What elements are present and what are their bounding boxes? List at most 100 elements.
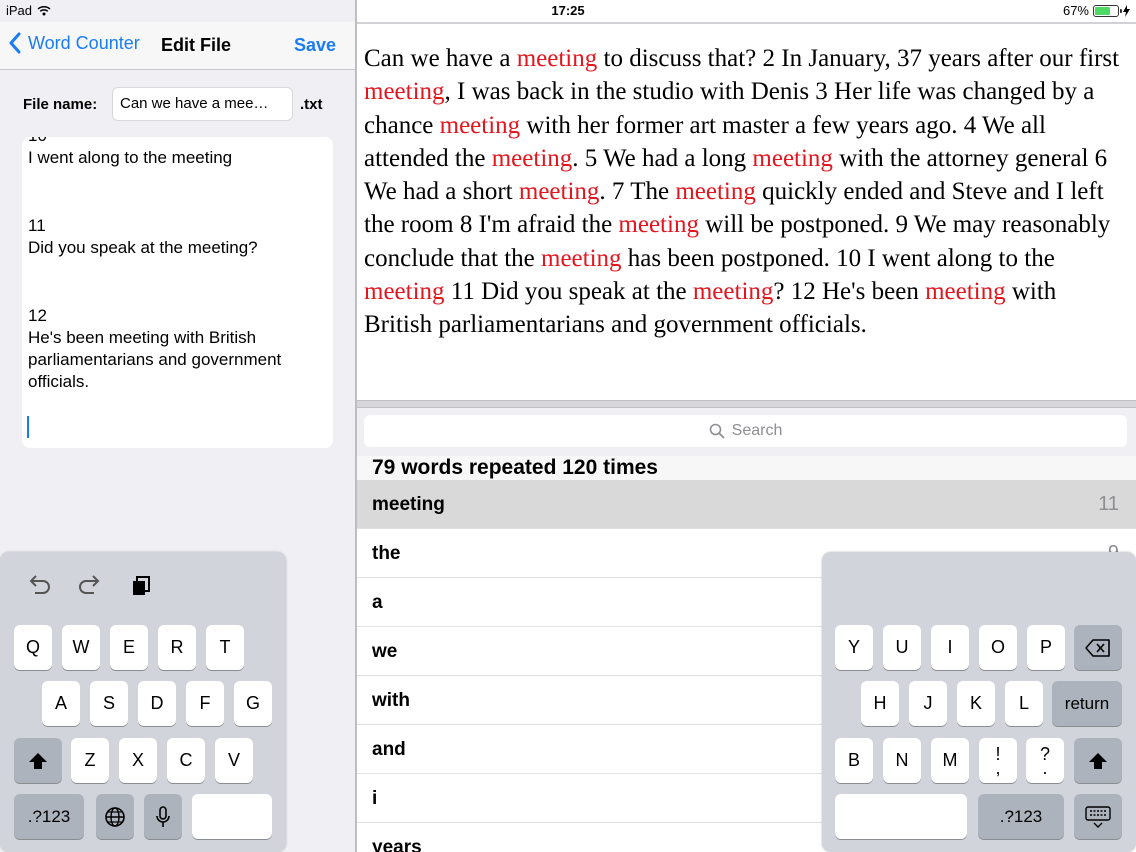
key-w[interactable]: W (62, 625, 100, 670)
exclamation-comma-key[interactable]: ! , (979, 738, 1017, 783)
battery-level (1095, 6, 1110, 15)
file-name-row: File name: Can we have a mee… .txt (0, 86, 355, 122)
keyboard-left-half: QWERT ASDFG ZXCV .?123 (0, 552, 286, 852)
file-extension: .txt (300, 96, 323, 113)
key-b[interactable]: B (835, 738, 873, 783)
undo-icon[interactable] (25, 572, 53, 600)
dictation-key[interactable] (144, 794, 182, 839)
key-i[interactable]: I (931, 625, 969, 670)
edit-file-pane: Word Counter Edit File Save File name: C… (0, 0, 355, 852)
numbers-key-right[interactable]: .?123 (978, 794, 1064, 839)
word-label: meeting (372, 494, 445, 515)
highlighted-word: meeting (518, 178, 600, 206)
back-button-label: Word Counter (28, 32, 140, 53)
key-m[interactable]: M (931, 738, 969, 783)
key-p[interactable]: P (1027, 625, 1065, 670)
shift-key-left[interactable] (14, 738, 62, 783)
backspace-icon (1085, 638, 1110, 657)
battery-icon (1093, 4, 1122, 17)
word-label: a (372, 592, 383, 613)
preview-text: Can we have a (364, 45, 517, 72)
word-label: with (372, 690, 410, 711)
top-separator (357, 22, 1136, 24)
preview-text: ? 12 He's been (773, 278, 926, 306)
key-o[interactable]: O (979, 625, 1017, 670)
text-preview: Can we have a meeting to discuss that? 2… (364, 42, 1129, 342)
key-e[interactable]: E (110, 625, 148, 670)
shift-key-right[interactable] (1074, 738, 1122, 783)
highlighted-word: meeting (692, 278, 774, 306)
key-a[interactable]: A (42, 681, 80, 726)
redo-icon[interactable] (76, 572, 104, 600)
preview-text: to discuss that? 2 In January, 37 years … (597, 45, 1120, 72)
globe-icon (105, 806, 125, 827)
key-l[interactable]: L (1005, 681, 1043, 726)
question-period-key[interactable]: ? . (1026, 738, 1064, 783)
preview-text: . 5 We had a long (572, 144, 753, 172)
key-k[interactable]: K (957, 681, 995, 726)
word-row[interactable]: meeting 11 (357, 480, 1136, 529)
key-s[interactable]: S (90, 681, 128, 726)
highlighted-word: meeting (439, 111, 521, 139)
space-key-left[interactable] (192, 794, 272, 839)
word-label: we (372, 641, 398, 662)
key-label: . (1042, 757, 1048, 778)
key-j[interactable]: J (909, 681, 947, 726)
keyboard-dismiss-icon (1085, 805, 1111, 828)
key-r[interactable]: R (158, 625, 196, 670)
highlighted-word: meeting (516, 45, 598, 72)
pane-split-handle[interactable] (357, 400, 1136, 408)
search-placeholder: Search (731, 422, 783, 439)
key-x[interactable]: X (119, 738, 157, 783)
word-label: and (372, 739, 406, 760)
highlighted-word: meeting (364, 78, 445, 106)
editor-content: 10 I went along to the meeting 11 Did yo… (28, 137, 328, 439)
key-g[interactable]: G (234, 681, 272, 726)
shift-arrow-icon (1089, 752, 1107, 769)
save-button[interactable]: Save (294, 35, 336, 56)
text-editor[interactable]: 10 I went along to the meeting 11 Did yo… (22, 137, 333, 448)
editor-paragraph: 12 He's been meeting with British parlia… (28, 306, 282, 391)
key-h[interactable]: H (861, 681, 899, 726)
chevron-left-icon (9, 32, 21, 54)
key-y[interactable]: Y (835, 625, 873, 670)
key-d[interactable]: D (138, 681, 176, 726)
battery-percentage: 67% (1062, 3, 1089, 18)
key-c[interactable]: C (167, 738, 205, 783)
preview-text: has been postponed. 10 I went along to t… (621, 244, 1055, 272)
word-label: years (372, 837, 422, 852)
preview-text: 11 Did you speak at the (444, 278, 693, 306)
key-z[interactable]: Z (71, 738, 109, 783)
shift-arrow-icon (29, 752, 47, 769)
delete-key[interactable] (1074, 625, 1122, 670)
return-key[interactable]: return (1052, 681, 1122, 726)
key-u[interactable]: U (883, 625, 921, 670)
file-name-label: File name: (23, 96, 98, 113)
key-v[interactable]: V (215, 738, 253, 783)
globe-key[interactable] (96, 794, 134, 839)
key-t[interactable]: T (206, 625, 244, 670)
word-label: i (372, 788, 378, 809)
status-bar: iPad 17:25 67% (0, 0, 1136, 22)
word-count: 11 (1098, 493, 1119, 515)
key-q[interactable]: Q (14, 625, 52, 670)
highlighted-word: meeting (925, 278, 1006, 306)
numbers-key[interactable]: .?123 (14, 794, 84, 839)
search-input[interactable]: Search (364, 415, 1127, 447)
space-key-right[interactable] (835, 794, 967, 839)
back-button[interactable]: Word Counter (8, 32, 140, 54)
navigation-bar: Word Counter Edit File Save (0, 22, 355, 70)
search-icon (709, 423, 725, 439)
key-f[interactable]: F (186, 681, 224, 726)
dismiss-keyboard-key[interactable] (1074, 794, 1122, 839)
paste-icon[interactable] (127, 572, 155, 600)
text-cursor (27, 416, 29, 438)
editor-partial-line: 10 (28, 137, 328, 147)
highlighted-word: meeting (675, 178, 756, 206)
word-summary-header: 79 words repeated 120 times (357, 456, 1136, 480)
preview-text: . 7 The (599, 178, 676, 206)
file-name-input[interactable]: Can we have a mee… (112, 87, 293, 121)
microphone-icon (156, 805, 170, 827)
key-n[interactable]: N (883, 738, 921, 783)
word-summary: 79 words repeated 120 times (372, 456, 658, 479)
